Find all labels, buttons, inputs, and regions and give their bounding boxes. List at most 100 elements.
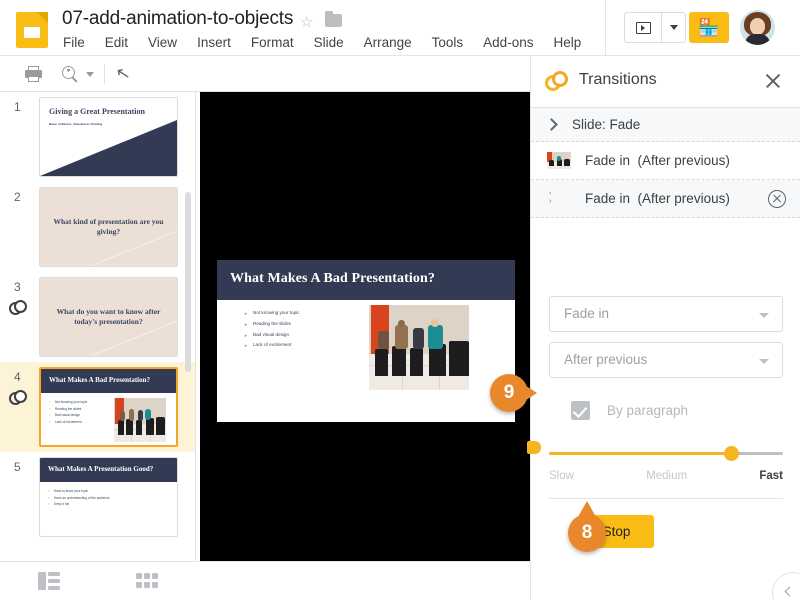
- presentation-stage[interactable]: What Makes A Bad Presentation? Not knowi…: [200, 92, 530, 561]
- speed-labels: Slow Medium Fast: [549, 470, 783, 482]
- remove-circle-icon[interactable]: [768, 190, 786, 208]
- slide-preview[interactable]: What kind of presentation are you giving…: [39, 187, 178, 267]
- menu-edit[interactable]: Edit: [103, 34, 130, 51]
- slide5-title: What Makes A Presentation Good?: [48, 465, 154, 473]
- slide-title-band: What Makes A Bad Presentation?: [217, 260, 515, 300]
- slide-transition-label: Slide: Fade: [572, 117, 641, 132]
- google-slides-window: 07-add-animation-to-objects ☆ File Edit …: [0, 0, 800, 600]
- callout-marker-9: 9: [490, 374, 537, 412]
- chevron-down-icon: [759, 359, 769, 364]
- chevron-right-icon[interactable]: [545, 118, 558, 131]
- slider-thumb[interactable]: [724, 446, 740, 461]
- current-slide[interactable]: What Makes A Bad Presentation? Not knowi…: [217, 260, 515, 422]
- menu-insert[interactable]: Insert: [195, 34, 233, 51]
- slide-number: 2: [14, 190, 21, 204]
- slide1-title: Giving a Great Presentation: [49, 107, 145, 116]
- star-outline-icon[interactable]: ☆: [300, 13, 313, 31]
- slide4-bullet: Lack of excitement: [49, 419, 87, 426]
- slide4-audience-photo: [114, 398, 166, 442]
- folder-icon[interactable]: [325, 11, 342, 27]
- animation-trigger: (After previous): [637, 153, 730, 168]
- menu-slide[interactable]: Slide: [312, 34, 346, 51]
- slide-bullet-list: Not knowing your topic Reading the slide…: [244, 308, 300, 354]
- animation-effect: Fade in: [585, 191, 631, 206]
- slide1-subtitle: Basic of Basics: Intended as Training: [49, 122, 103, 126]
- menu-file[interactable]: File: [61, 34, 87, 51]
- speed-slider[interactable]: [549, 442, 783, 466]
- slide-title: What Makes A Bad Presentation?: [230, 271, 435, 286]
- animation-effect-select[interactable]: Fade in: [549, 296, 783, 332]
- user-avatar[interactable]: [740, 10, 775, 45]
- slide-bullet: Lack of excitement: [244, 340, 299, 354]
- thumbnail-slide-3[interactable]: 3 What do you want to know after today's…: [0, 272, 195, 362]
- animation-row-2[interactable]: › › Fade in (After previous): [531, 180, 800, 218]
- thumbnail-slide-2[interactable]: 2 What kind of presentation are you givi…: [0, 182, 195, 272]
- speed-label-fast: Fast: [759, 470, 783, 482]
- slide2-question: What kind of presentation are you giving…: [53, 216, 164, 236]
- menu-addons[interactable]: Add-ons: [481, 34, 535, 51]
- select-cursor-icon[interactable]: ↖: [114, 63, 132, 86]
- menu-view[interactable]: View: [146, 34, 179, 51]
- effect-select-value: Fade in: [564, 306, 610, 321]
- slide-preview[interactable]: What Makes A Bad Presentation? Not knowi…: [39, 367, 178, 447]
- slider-fill: [549, 452, 732, 455]
- slide3-question: What do you want to know after today's p…: [56, 306, 161, 326]
- header-actions: 🏪: [605, 0, 800, 55]
- panel-divider: [549, 498, 783, 499]
- google-slides-logo-icon: [16, 12, 48, 48]
- present-screen-icon[interactable]: [625, 13, 661, 42]
- slide1-wedge: [40, 120, 177, 176]
- slide5-bullet: Have an understanding of the audience: [48, 495, 110, 502]
- bullet-list-icon: › ›: [549, 190, 552, 205]
- slide-preview[interactable]: What Makes A Presentation Good? Have to …: [39, 457, 178, 537]
- slide-number: 3: [14, 280, 21, 294]
- present-building-icon: 🏪: [698, 18, 720, 37]
- transition-indicator-icon[interactable]: [9, 390, 29, 406]
- animation-trigger-select[interactable]: After previous: [549, 342, 783, 378]
- animation-row-1[interactable]: Fade in (After previous): [531, 142, 800, 180]
- zoom-in-icon[interactable]: [62, 66, 80, 84]
- slide-preview[interactable]: What do you want to know after today's p…: [39, 277, 178, 357]
- toolbar-divider: [104, 64, 105, 84]
- animation-trigger: (After previous): [637, 191, 730, 206]
- slide-thumbnail-pane[interactable]: 1 Giving a Great Presentation Basic of B…: [0, 92, 196, 561]
- transitions-panel: Transitions Slide: Fade Fade in (After p…: [530, 56, 800, 600]
- menu-bar: File Edit View Insert Format Slide Arran…: [61, 34, 583, 51]
- slide-number: 4: [14, 370, 21, 384]
- slide-transition-row[interactable]: Slide: Fade: [531, 108, 800, 142]
- slides-action-button[interactable]: 🏪: [689, 12, 729, 43]
- slide-number: 5: [14, 460, 21, 474]
- app-header: 07-add-animation-to-objects ☆ File Edit …: [0, 0, 800, 56]
- close-icon[interactable]: [762, 70, 784, 92]
- by-paragraph-option[interactable]: By paragraph: [571, 401, 688, 420]
- filmstrip-grid-icon[interactable]: [136, 572, 158, 590]
- thumbnail-slide-1[interactable]: 1 Giving a Great Presentation Basic of B…: [0, 92, 195, 182]
- printer-icon[interactable]: [25, 66, 42, 82]
- thumbnail-slide-5[interactable]: 5 What Makes A Presentation Good? Have t…: [0, 452, 195, 542]
- menu-help[interactable]: Help: [551, 34, 583, 51]
- slide-bullet: Bad visual design: [244, 330, 299, 344]
- document-title[interactable]: 07-add-animation-to-objects: [62, 8, 293, 30]
- trigger-select-value: After previous: [564, 352, 648, 367]
- zoom-chevron-down-icon[interactable]: [86, 72, 94, 77]
- transitions-rings-icon: [545, 71, 571, 93]
- checkbox-checked-icon[interactable]: [571, 401, 590, 420]
- menu-format[interactable]: Format: [249, 34, 296, 51]
- by-paragraph-label: By paragraph: [607, 403, 689, 418]
- speed-label-medium: Medium: [646, 470, 688, 482]
- slide-preview[interactable]: Giving a Great Presentation Basic of Bas…: [39, 97, 178, 177]
- speaker-notes-icon[interactable]: [38, 572, 60, 590]
- transition-indicator-icon[interactable]: [9, 300, 29, 316]
- slide4-bullet: Bad visual design: [49, 412, 87, 419]
- slide-audience-photo[interactable]: [369, 305, 469, 390]
- slide4-bullet: Reading the slides: [49, 406, 87, 413]
- animation-effect: Fade in: [585, 153, 631, 168]
- menu-tools[interactable]: Tools: [430, 34, 466, 51]
- thumbnail-slide-4[interactable]: 4 What Makes A Bad Presentation? Not kno…: [0, 362, 195, 452]
- slide-canvas-area: What Makes A Bad Presentation? Not knowi…: [197, 92, 530, 568]
- present-dropdown-chevron-down-icon[interactable]: [661, 13, 685, 42]
- menu-arrange[interactable]: Arrange: [362, 34, 414, 51]
- callout-connector-stub: [527, 441, 541, 454]
- thumbnail-scrollbar[interactable]: [185, 192, 191, 372]
- slide-bullet: Reading the slides: [244, 319, 299, 333]
